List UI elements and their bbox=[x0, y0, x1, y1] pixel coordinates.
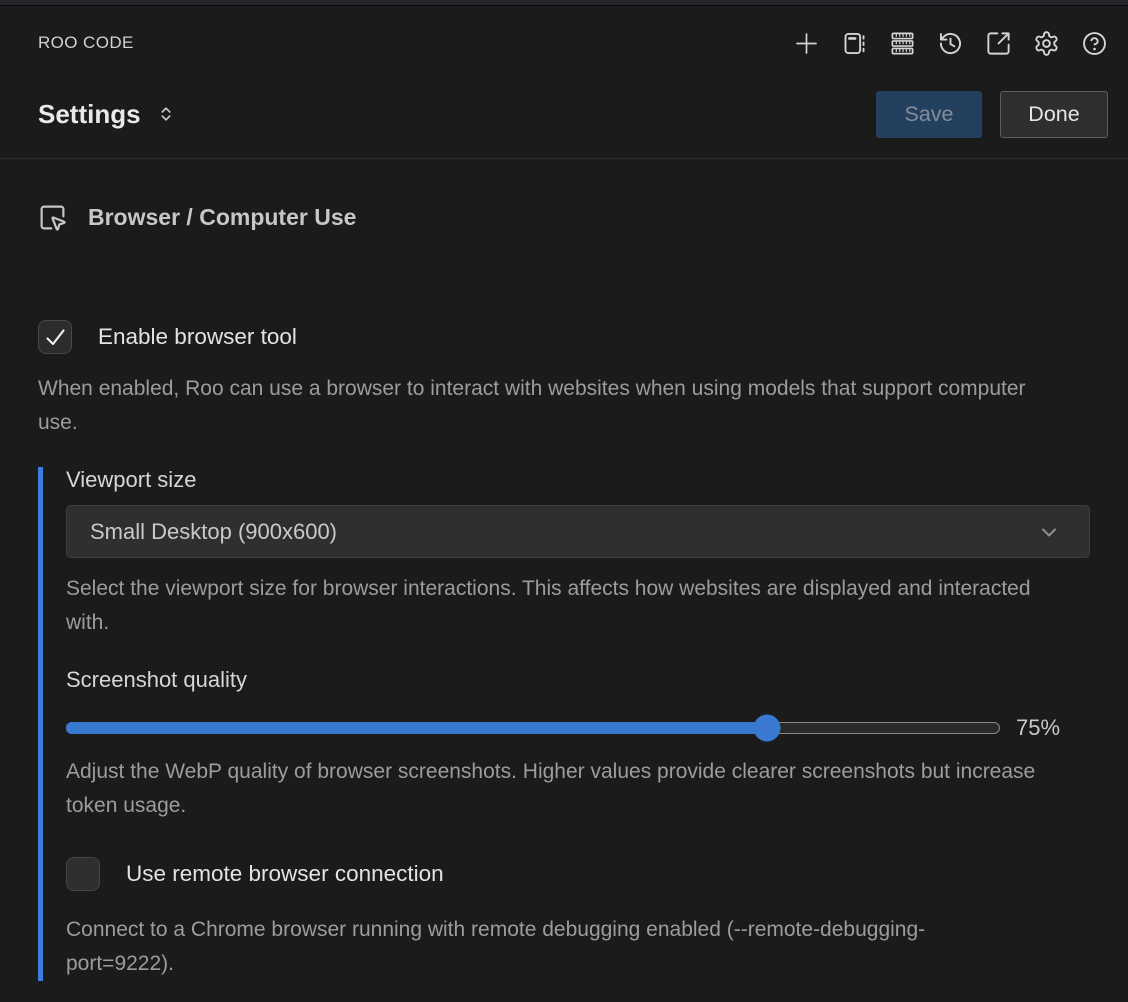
square-mouse-pointer-icon bbox=[38, 203, 67, 232]
screenshot-quality-row: 75% bbox=[66, 715, 1090, 741]
panel-top-strip bbox=[0, 0, 1128, 6]
roo-code-settings-panel: ROO CODE bbox=[0, 0, 1128, 1002]
chevrons-up-down-icon[interactable] bbox=[156, 104, 176, 124]
remote-browser-checkbox[interactable] bbox=[66, 857, 100, 891]
done-button[interactable]: Done bbox=[1000, 91, 1108, 138]
browser-settings-content: Enable browser tool When enabled, Roo ca… bbox=[0, 320, 1128, 981]
quality-slider-thumb[interactable] bbox=[753, 715, 780, 742]
header-divider bbox=[0, 158, 1128, 159]
chevron-down-icon bbox=[1037, 520, 1061, 544]
save-button[interactable]: Save bbox=[876, 91, 982, 138]
page-title: Settings bbox=[38, 99, 141, 130]
screenshot-quality-description: Adjust the WebP quality of browser scree… bbox=[66, 755, 1076, 823]
history-icon[interactable] bbox=[937, 30, 964, 57]
help-icon[interactable] bbox=[1081, 30, 1108, 57]
checkmark-icon bbox=[43, 325, 67, 349]
viewport-size-label: Viewport size bbox=[66, 467, 1090, 493]
section-title: Browser / Computer Use bbox=[88, 204, 356, 231]
viewport-size-description: Select the viewport size for browser int… bbox=[66, 572, 1076, 640]
browser-options-subsection: Viewport size Small Desktop (900x600) Se… bbox=[38, 467, 1090, 981]
viewport-size-value: Small Desktop (900x600) bbox=[90, 519, 337, 545]
header-toolbar bbox=[793, 30, 1108, 57]
enable-browser-tool-description: When enabled, Roo can use a browser to i… bbox=[38, 372, 1028, 440]
open-in-editor-icon[interactable] bbox=[985, 30, 1012, 57]
enable-browser-tool-checkbox[interactable] bbox=[38, 320, 72, 354]
notebook-icon[interactable] bbox=[841, 30, 868, 57]
remote-browser-row: Use remote browser connection bbox=[66, 857, 1090, 891]
viewport-size-select[interactable]: Small Desktop (900x600) bbox=[66, 505, 1090, 558]
screenshot-quality-label: Screenshot quality bbox=[66, 667, 1090, 693]
header: ROO CODE bbox=[0, 28, 1128, 138]
plus-icon[interactable] bbox=[793, 30, 820, 57]
gear-icon[interactable] bbox=[1033, 30, 1060, 57]
app-title: ROO CODE bbox=[38, 33, 134, 53]
quality-value: 75% bbox=[1016, 715, 1060, 741]
remote-browser-description: Connect to a Chrome browser running with… bbox=[66, 913, 1006, 981]
section-header: Browser / Computer Use bbox=[38, 203, 1128, 232]
enable-browser-tool-row: Enable browser tool bbox=[38, 320, 1090, 354]
enable-browser-tool-label: Enable browser tool bbox=[98, 324, 297, 350]
quality-slider[interactable] bbox=[66, 722, 1000, 734]
server-icon[interactable] bbox=[889, 30, 916, 57]
remote-browser-label: Use remote browser connection bbox=[126, 861, 444, 887]
quality-slider-fill bbox=[66, 722, 767, 734]
